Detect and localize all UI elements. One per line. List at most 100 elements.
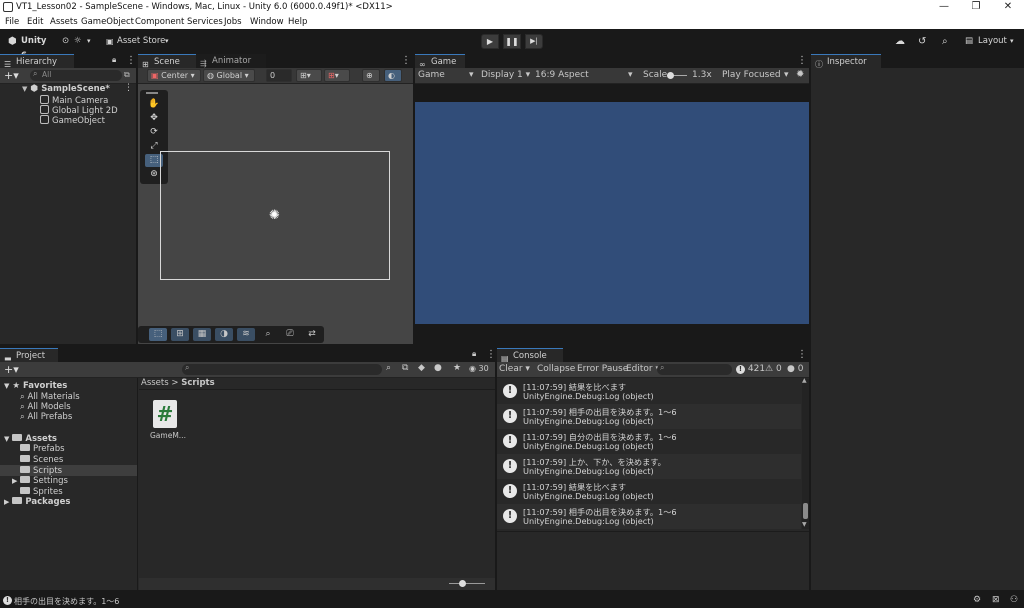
collapse-toggle[interactable]: Collapse — [537, 364, 575, 374]
close-button[interactable]: ✕ — [994, 0, 1022, 15]
step-button[interactable]: ▶| — [525, 34, 543, 49]
log-entry[interactable]: ! [11:07:59] 結果を比べます UnityEngine.Debug:Log… — [497, 479, 801, 504]
move-tool-icon[interactable]: ✥ — [145, 112, 163, 125]
favorite-all-models[interactable]: ⌕ All Models — [20, 402, 71, 412]
more-options-icon[interactable]: ⋮ — [797, 55, 807, 66]
log-entry[interactable]: ! [11:07:59] 相手の出目を決めます。1～6 UnityEngine.De… — [497, 404, 801, 429]
error-filter-icon[interactable]: ● — [434, 363, 442, 373]
more-options-icon[interactable]: ⋮ — [486, 349, 496, 360]
error-count-toggle[interactable]: ● 0 — [787, 364, 803, 374]
tag-icon[interactable]: ◆ — [418, 363, 425, 373]
tab-console[interactable]: ▤ Console — [497, 348, 563, 363]
status-message[interactable]: 相手の出目を決めます。1～6 — [14, 596, 119, 607]
camera-overlay-icon[interactable]: ⎚ — [281, 328, 299, 341]
hierarchy-search-input[interactable]: ⌕ All — [30, 69, 122, 81]
breadcrumb-scripts[interactable]: Scripts — [181, 378, 214, 388]
menu-help[interactable]: Help — [288, 17, 307, 27]
pause-button[interactable]: ❚❚ — [503, 34, 521, 49]
folder-scenes[interactable]: Scenes — [20, 455, 63, 465]
menu-window[interactable]: Window — [250, 17, 284, 27]
debug-mode-icon[interactable]: ⚙ — [973, 595, 981, 605]
folder-settings[interactable]: ▶ Settings — [12, 476, 68, 486]
search-by-type-icon[interactable]: ⌕ — [386, 363, 391, 373]
scale-slider-thumb[interactable] — [667, 72, 674, 79]
snap-value-input[interactable]: 0 — [266, 69, 292, 82]
layers-overlay-icon[interactable]: ≋ — [237, 328, 255, 341]
editor-dropdown[interactable]: Editor ▾ — [626, 364, 660, 374]
gizmo-toggle[interactable]: ⊕ — [362, 69, 380, 82]
warning-count-toggle[interactable]: ⚠ 0 — [765, 364, 782, 374]
icon-size-slider[interactable] — [449, 583, 485, 584]
favorite-all-materials[interactable]: ⌕ All Materials — [20, 392, 80, 402]
project-search-input[interactable]: ⌕ — [182, 363, 382, 375]
scene-options-icon[interactable]: ⋮ — [124, 83, 133, 93]
account-dropdown[interactable]: ⊙ ☼ ▾ — [60, 34, 96, 49]
unity-account-button[interactable]: ⬢ Unity 6 — [6, 34, 50, 61]
lighting-overlay-icon[interactable]: ◑ — [215, 328, 233, 341]
menu-gameobject[interactable]: GameObject — [81, 17, 134, 27]
grid-snap-dropdown[interactable]: ⊞▾ — [296, 69, 322, 82]
game-viewport[interactable] — [415, 102, 809, 324]
tab-hierarchy[interactable]: ☰ Hierarchy — [0, 54, 74, 69]
console-search-input[interactable]: ⌕ — [657, 363, 732, 375]
play-focus-dropdown[interactable]: Play Focused ▾ — [722, 70, 789, 80]
menu-services[interactable]: Services — [187, 17, 223, 27]
progress-icon[interactable]: ⊠ — [992, 595, 1000, 605]
scene-root-item[interactable]: ▼ ⬢ SampleScene* — [22, 84, 110, 94]
hierarchy-item-gameobject[interactable]: GameObject — [40, 115, 105, 126]
light-gizmo-icon[interactable]: ✺ — [269, 208, 280, 223]
menu-component[interactable]: Component — [135, 17, 184, 27]
favorite-all-prefabs[interactable]: ⌕ All Prefabs — [20, 412, 72, 422]
search-overlay-icon[interactable]: ⌕ — [259, 328, 277, 341]
layout-dropdown[interactable]: ▤ Layout ▾ — [963, 34, 1019, 49]
search-icon[interactable]: ⌕ — [942, 34, 956, 49]
settings-icon[interactable]: ✹ — [796, 69, 804, 80]
tab-game[interactable]: ∞ Game — [415, 54, 465, 69]
tab-scene[interactable]: ⊞ Scene — [138, 54, 196, 69]
folder-sprites[interactable]: Sprites — [20, 487, 63, 497]
error-pause-toggle[interactable]: Error Pause — [577, 364, 628, 374]
folder-scripts[interactable]: Scripts — [20, 466, 62, 476]
rotate-tool-icon[interactable]: ⟳ — [145, 126, 163, 139]
log-count-toggle[interactable]: ! 421 — [736, 364, 765, 374]
scroll-up-icon[interactable]: ▲ — [802, 377, 807, 384]
folder-prefabs[interactable]: Prefabs — [20, 444, 65, 454]
visibility-count[interactable]: ◉ 30 — [469, 364, 489, 373]
lock-icon[interactable]: 🔒︎ — [472, 349, 476, 359]
sprite-overlay-icon[interactable]: ⊞ — [171, 328, 189, 341]
pivot-dropdown[interactable]: ▣ Center ▾ — [147, 69, 201, 82]
assets-root-folder[interactable]: ▼ Assets — [4, 434, 57, 444]
display-dropdown[interactable]: Display 1 ▾ — [481, 70, 530, 80]
log-entry[interactable]: ! [11:07:59] 上か、下か、を決めます。 UnityEngine.Debu… — [497, 454, 801, 479]
tab-project[interactable]: ▬ Project — [0, 348, 58, 363]
2d-toggle[interactable]: ◐ — [384, 69, 402, 82]
log-entry[interactable]: ! [11:07:59] 相手の出目を決めます。1～6 UnityEngine.De… — [497, 504, 801, 529]
play-button[interactable]: ▶ — [481, 34, 499, 49]
favorites-section[interactable]: ▼ ★ Favorites — [4, 381, 67, 391]
space-dropdown[interactable]: ◍ Global ▾ — [203, 69, 255, 82]
menu-edit[interactable]: Edit — [27, 17, 43, 27]
favorite-star-icon[interactable]: ★ — [453, 363, 461, 373]
shuffle-overlay-icon[interactable]: ⇄ — [303, 328, 321, 341]
tab-inspector[interactable]: ⓘ Inspector — [811, 54, 881, 69]
menu-jobs[interactable]: Jobs — [224, 17, 242, 27]
increment-snap-dropdown[interactable]: ⊞▾ — [324, 69, 350, 82]
history-icon[interactable]: ↺ — [918, 34, 932, 49]
packages-root-folder[interactable]: ▶ Packages — [4, 497, 70, 507]
filter-icon[interactable]: ⧉ — [124, 70, 130, 80]
search-by-label-icon[interactable]: ⧉ — [402, 363, 408, 373]
log-entry[interactable]: ! [11:07:59] 自分の出目を決めます。1～6 UnityEngine.De… — [497, 429, 801, 454]
aspect-dropdown[interactable]: 16:9 Aspect ▾ — [535, 70, 633, 80]
more-options-icon[interactable]: ⋮ — [126, 55, 136, 66]
minimize-button[interactable]: — — [930, 0, 958, 15]
game-mode-dropdown[interactable]: Game ▾ — [418, 70, 474, 80]
tab-animator[interactable]: ⇶ Animator — [196, 54, 266, 68]
network-icon[interactable]: ⚇ — [1010, 595, 1018, 605]
palette-drag-handle[interactable] — [146, 92, 158, 94]
maximize-button[interactable]: ❐ — [962, 0, 990, 15]
more-options-icon[interactable]: ⋮ — [797, 349, 807, 360]
breadcrumb-assets[interactable]: Assets — [141, 378, 169, 388]
cloud-icon[interactable]: ☁ — [895, 34, 909, 49]
tilemap-overlay-icon[interactable]: ▦ — [193, 328, 211, 341]
menu-assets[interactable]: Assets — [50, 17, 78, 27]
